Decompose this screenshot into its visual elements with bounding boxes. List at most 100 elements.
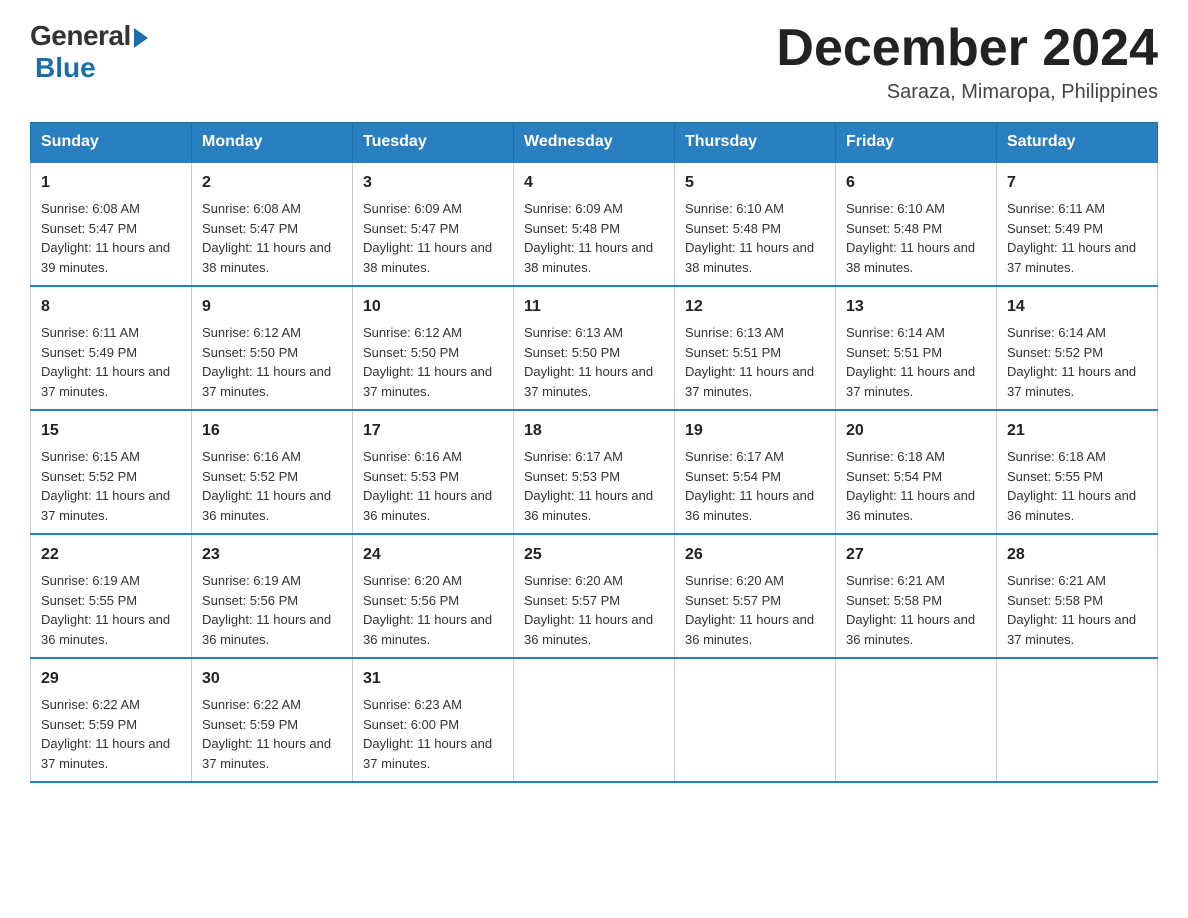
sunset-label: Sunset: 5:50 PM	[202, 345, 298, 360]
day-number: 17	[363, 419, 503, 443]
day-number: 22	[41, 543, 181, 567]
sunset-label: Sunset: 5:50 PM	[524, 345, 620, 360]
sunset-label: Sunset: 5:50 PM	[363, 345, 459, 360]
daylight-label: Daylight: 11 hours and 37 minutes.	[1007, 364, 1136, 399]
sunrise-label: Sunrise: 6:10 AM	[685, 201, 784, 216]
daylight-label: Daylight: 11 hours and 37 minutes.	[41, 364, 170, 399]
sunrise-label: Sunrise: 6:21 AM	[1007, 573, 1106, 588]
daylight-label: Daylight: 11 hours and 36 minutes.	[363, 612, 492, 647]
daylight-label: Daylight: 11 hours and 38 minutes.	[524, 240, 653, 275]
daylight-label: Daylight: 11 hours and 37 minutes.	[363, 736, 492, 771]
sunrise-label: Sunrise: 6:12 AM	[363, 325, 462, 340]
sunrise-label: Sunrise: 6:18 AM	[846, 449, 945, 464]
sunset-label: Sunset: 5:48 PM	[524, 221, 620, 236]
sunrise-label: Sunrise: 6:13 AM	[685, 325, 784, 340]
sunset-label: Sunset: 5:58 PM	[846, 593, 942, 608]
daylight-label: Daylight: 11 hours and 37 minutes.	[1007, 240, 1136, 275]
daylight-label: Daylight: 11 hours and 37 minutes.	[41, 488, 170, 523]
sunset-label: Sunset: 5:52 PM	[1007, 345, 1103, 360]
calendar-cell	[675, 658, 836, 782]
sunset-label: Sunset: 5:56 PM	[202, 593, 298, 608]
calendar-cell: 5 Sunrise: 6:10 AM Sunset: 5:48 PM Dayli…	[675, 162, 836, 286]
calendar-week-row: 29 Sunrise: 6:22 AM Sunset: 5:59 PM Dayl…	[31, 658, 1158, 782]
calendar-header-row: SundayMondayTuesdayWednesdayThursdayFrid…	[31, 123, 1158, 163]
day-number: 21	[1007, 419, 1147, 443]
logo-general-text: General	[30, 20, 131, 52]
day-number: 11	[524, 295, 664, 319]
sunset-label: Sunset: 5:47 PM	[202, 221, 298, 236]
sunset-label: Sunset: 5:57 PM	[524, 593, 620, 608]
calendar-cell: 27 Sunrise: 6:21 AM Sunset: 5:58 PM Dayl…	[836, 534, 997, 658]
sunrise-label: Sunrise: 6:21 AM	[846, 573, 945, 588]
calendar-week-row: 15 Sunrise: 6:15 AM Sunset: 5:52 PM Dayl…	[31, 410, 1158, 534]
sunset-label: Sunset: 5:54 PM	[846, 469, 942, 484]
daylight-label: Daylight: 11 hours and 36 minutes.	[363, 488, 492, 523]
sunrise-label: Sunrise: 6:15 AM	[41, 449, 140, 464]
sunrise-label: Sunrise: 6:12 AM	[202, 325, 301, 340]
daylight-label: Daylight: 11 hours and 37 minutes.	[363, 364, 492, 399]
calendar-cell: 2 Sunrise: 6:08 AM Sunset: 5:47 PM Dayli…	[192, 162, 353, 286]
sunrise-label: Sunrise: 6:11 AM	[41, 325, 139, 340]
sunrise-label: Sunrise: 6:17 AM	[685, 449, 784, 464]
sunrise-label: Sunrise: 6:14 AM	[846, 325, 945, 340]
calendar-cell: 12 Sunrise: 6:13 AM Sunset: 5:51 PM Dayl…	[675, 286, 836, 410]
day-number: 1	[41, 171, 181, 195]
sunset-label: Sunset: 5:49 PM	[1007, 221, 1103, 236]
daylight-label: Daylight: 11 hours and 36 minutes.	[685, 488, 814, 523]
sunset-label: Sunset: 5:49 PM	[41, 345, 137, 360]
sunset-label: Sunset: 5:56 PM	[363, 593, 459, 608]
sunset-label: Sunset: 5:57 PM	[685, 593, 781, 608]
calendar-cell: 18 Sunrise: 6:17 AM Sunset: 5:53 PM Dayl…	[514, 410, 675, 534]
day-number: 25	[524, 543, 664, 567]
day-number: 4	[524, 171, 664, 195]
sunset-label: Sunset: 5:47 PM	[41, 221, 137, 236]
calendar-cell: 7 Sunrise: 6:11 AM Sunset: 5:49 PM Dayli…	[997, 162, 1158, 286]
sunset-label: Sunset: 5:51 PM	[685, 345, 781, 360]
calendar-cell: 13 Sunrise: 6:14 AM Sunset: 5:51 PM Dayl…	[836, 286, 997, 410]
calendar-cell: 23 Sunrise: 6:19 AM Sunset: 5:56 PM Dayl…	[192, 534, 353, 658]
daylight-label: Daylight: 11 hours and 36 minutes.	[846, 612, 975, 647]
daylight-label: Daylight: 11 hours and 38 minutes.	[363, 240, 492, 275]
day-number: 15	[41, 419, 181, 443]
calendar-cell: 9 Sunrise: 6:12 AM Sunset: 5:50 PM Dayli…	[192, 286, 353, 410]
daylight-label: Daylight: 11 hours and 36 minutes.	[41, 612, 170, 647]
calendar-cell: 25 Sunrise: 6:20 AM Sunset: 5:57 PM Dayl…	[514, 534, 675, 658]
calendar-cell: 16 Sunrise: 6:16 AM Sunset: 5:52 PM Dayl…	[192, 410, 353, 534]
sunrise-label: Sunrise: 6:09 AM	[363, 201, 462, 216]
sunrise-label: Sunrise: 6:23 AM	[363, 697, 462, 712]
day-number: 20	[846, 419, 986, 443]
daylight-label: Daylight: 11 hours and 37 minutes.	[846, 364, 975, 399]
title-block: December 2024 Saraza, Mimaropa, Philippi…	[776, 20, 1158, 104]
daylight-label: Daylight: 11 hours and 36 minutes.	[1007, 488, 1136, 523]
day-number: 5	[685, 171, 825, 195]
calendar-cell: 29 Sunrise: 6:22 AM Sunset: 5:59 PM Dayl…	[31, 658, 192, 782]
day-number: 2	[202, 171, 342, 195]
daylight-label: Daylight: 11 hours and 38 minutes.	[685, 240, 814, 275]
calendar-cell: 21 Sunrise: 6:18 AM Sunset: 5:55 PM Dayl…	[997, 410, 1158, 534]
sunset-label: Sunset: 5:52 PM	[202, 469, 298, 484]
sunset-label: Sunset: 5:47 PM	[363, 221, 459, 236]
day-number: 26	[685, 543, 825, 567]
sunrise-label: Sunrise: 6:14 AM	[1007, 325, 1106, 340]
column-header-sunday: Sunday	[31, 123, 192, 163]
calendar-week-row: 22 Sunrise: 6:19 AM Sunset: 5:55 PM Dayl…	[31, 534, 1158, 658]
sunrise-label: Sunrise: 6:16 AM	[363, 449, 462, 464]
sunrise-label: Sunrise: 6:20 AM	[524, 573, 623, 588]
day-number: 3	[363, 171, 503, 195]
logo-arrow-icon	[134, 28, 148, 48]
sunrise-label: Sunrise: 6:10 AM	[846, 201, 945, 216]
daylight-label: Daylight: 11 hours and 37 minutes.	[685, 364, 814, 399]
calendar-cell: 11 Sunrise: 6:13 AM Sunset: 5:50 PM Dayl…	[514, 286, 675, 410]
calendar-table: SundayMondayTuesdayWednesdayThursdayFrid…	[30, 122, 1158, 783]
calendar-cell: 3 Sunrise: 6:09 AM Sunset: 5:47 PM Dayli…	[353, 162, 514, 286]
calendar-cell: 10 Sunrise: 6:12 AM Sunset: 5:50 PM Dayl…	[353, 286, 514, 410]
logo: General Blue	[30, 20, 148, 84]
sunset-label: Sunset: 5:55 PM	[1007, 469, 1103, 484]
calendar-week-row: 8 Sunrise: 6:11 AM Sunset: 5:49 PM Dayli…	[31, 286, 1158, 410]
calendar-cell: 26 Sunrise: 6:20 AM Sunset: 5:57 PM Dayl…	[675, 534, 836, 658]
daylight-label: Daylight: 11 hours and 37 minutes.	[41, 736, 170, 771]
day-number: 9	[202, 295, 342, 319]
day-number: 12	[685, 295, 825, 319]
day-number: 31	[363, 667, 503, 691]
calendar-cell: 19 Sunrise: 6:17 AM Sunset: 5:54 PM Dayl…	[675, 410, 836, 534]
